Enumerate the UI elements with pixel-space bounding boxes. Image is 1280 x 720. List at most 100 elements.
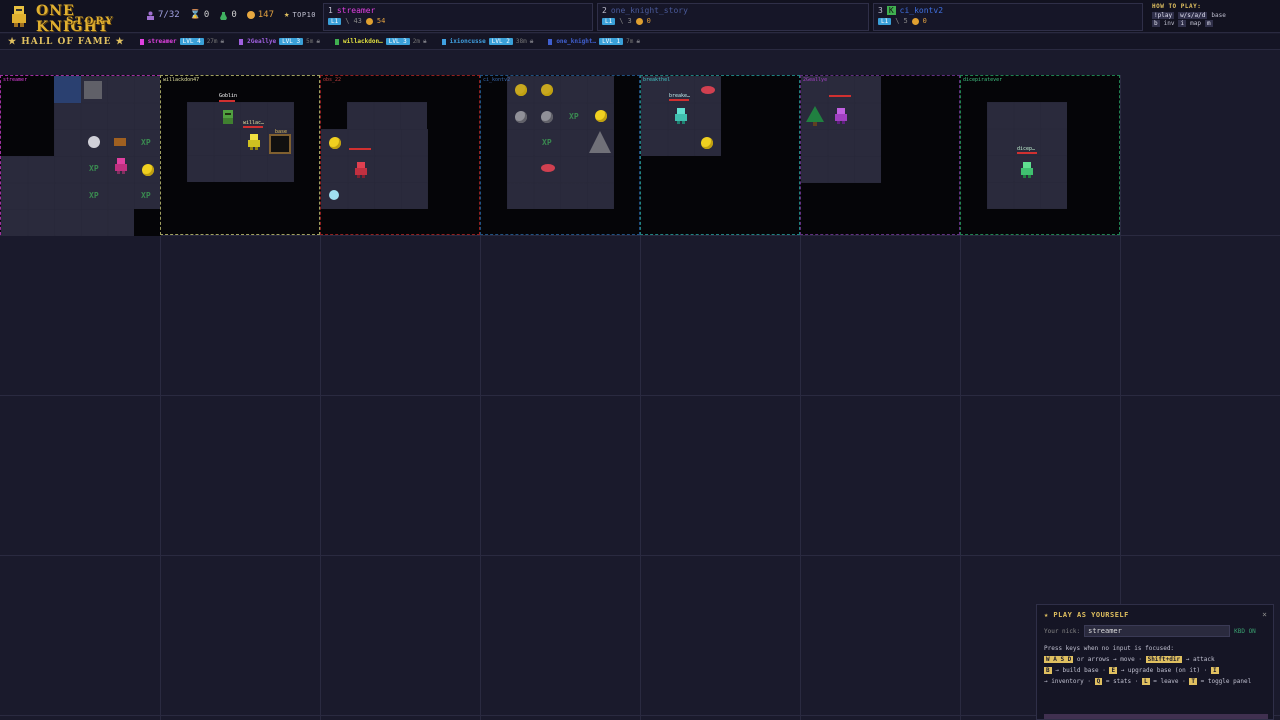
rock-icon — [589, 131, 611, 153]
room-dicepirate[interactable]: dicepiratever dicep… — [960, 75, 1120, 235]
room-floor — [347, 102, 427, 129]
skull-icon: ☠ — [220, 38, 225, 45]
ice-orb[interactable] — [329, 190, 339, 200]
how-to-play-title: HOW TO PLAY: — [1152, 3, 1202, 10]
room-willackdon[interactable]: willackdon47 Goblin willac… base — [160, 75, 320, 235]
room-label: dicepiratever — [963, 77, 1003, 83]
key-play: !play — [1152, 12, 1175, 19]
label-base: base — [1211, 12, 1226, 19]
stats-bar: 7/32 ⌛ 0 0 147 ★ TOP10 — [146, 10, 316, 20]
rank: 1 — [328, 6, 333, 15]
gold-coin[interactable] — [142, 164, 154, 176]
kills-value: 0 — [231, 10, 237, 20]
coin-icon — [911, 17, 919, 25]
player-knight-2geallye[interactable] — [834, 108, 848, 124]
timer-stat: ⌛ 0 — [190, 10, 210, 20]
silver-coin[interactable] — [541, 111, 553, 123]
gold-coin[interactable] — [701, 137, 713, 149]
rank: 2 — [602, 6, 607, 15]
close-button[interactable]: × — [1262, 610, 1267, 619]
room-label: 2Geallye — [803, 77, 828, 83]
star-icon: ★ — [284, 10, 290, 20]
room-ci-kontv2[interactable]: ci_kontv2 XP XP — [480, 75, 640, 235]
play-as-yourself-panel: ★ PLAY AS YOURSELF × Your nick: KBD ON P… — [1036, 604, 1274, 720]
game-logo: ONE KNIGHT STORY — [8, 3, 138, 35]
wall-block — [134, 209, 161, 236]
knight-icon — [441, 38, 446, 45]
leaderboard-entry-3[interactable]: 3 K ci_kontv2 L1 \ 5 0 — [873, 3, 1143, 31]
room-label: streamer — [3, 77, 28, 83]
player-knight-willackdon[interactable] — [247, 134, 261, 150]
gold-coin[interactable] — [595, 110, 607, 122]
hall-of-fame-title: ★ HALL OF FAME ★ — [8, 36, 125, 47]
skull-icon: ☠ — [316, 38, 320, 45]
stone-block — [84, 81, 102, 99]
kill-count: 3 — [627, 17, 632, 25]
room-floor — [987, 102, 1067, 209]
leaderboard-entry-2[interactable]: 2 one_knight_story L1 \ 3 0 — [597, 3, 869, 31]
kbd-status[interactable]: KBD ON — [1234, 628, 1256, 635]
player-hp-bar — [243, 126, 263, 128]
knight-icon — [548, 38, 553, 45]
base-structure[interactable] — [269, 134, 291, 154]
tree-icon — [806, 106, 824, 126]
level-badge: L1 — [878, 17, 892, 25]
hof-entry[interactable]: streamer LVL 4 27m ☠ — [139, 38, 224, 45]
play-button[interactable] — [1044, 714, 1268, 719]
gold-coin[interactable] — [329, 137, 341, 149]
sword-icon: \ — [895, 17, 900, 25]
room-label: willackdon47 — [163, 77, 200, 83]
level-badge: L1 — [328, 17, 342, 25]
xp-orb[interactable]: XP — [141, 191, 151, 200]
xp-orb[interactable]: XP — [89, 164, 99, 173]
player-knight-red[interactable] — [354, 162, 368, 178]
hof-entry[interactable]: one_knight… LVL 1 7m ☠ — [547, 38, 640, 45]
prefix-badge: K — [886, 6, 896, 15]
top10-label[interactable]: ★ TOP10 — [284, 10, 316, 20]
coin-icon — [365, 17, 373, 25]
chest-icon[interactable] — [114, 138, 126, 146]
hof-entry[interactable]: ixioncusse LVL 2 38m ☠ — [441, 38, 533, 45]
hof-entry[interactable]: 2Geallye LVL 3 5m ☠ — [238, 38, 320, 45]
knight-icon — [139, 38, 144, 45]
room-2geallye[interactable]: 2Geallye — [800, 75, 960, 235]
room-label: ci_kontv2 — [483, 77, 511, 83]
player-name: ci_kontv2 — [899, 6, 944, 15]
coin-icon — [635, 17, 643, 25]
silver-coin[interactable] — [515, 111, 527, 123]
title-line-2: STORY — [66, 16, 115, 27]
knight-logo-icon — [12, 6, 26, 27]
player-name: one_knight_story — [610, 6, 688, 15]
xp-orb[interactable]: XP — [89, 191, 99, 200]
xp-orb[interactable]: XP — [141, 138, 151, 147]
xp-orb[interactable]: XP — [542, 138, 552, 147]
silver-orb[interactable] — [88, 136, 100, 148]
gold-count: 0 — [646, 17, 651, 25]
label-map: map — [1190, 20, 1201, 27]
players-stat: 7/32 — [146, 10, 180, 20]
hourglass-icon: ⌛ — [189, 10, 201, 20]
player-knight-breakthe[interactable] — [674, 108, 688, 124]
room-streamer[interactable]: streamer XP XP XP XP — [0, 75, 161, 236]
goblin-enemy[interactable] — [221, 108, 235, 124]
xp-orb[interactable]: XP — [569, 112, 579, 121]
meat-icon[interactable] — [541, 164, 555, 172]
kills-stat: 0 — [219, 10, 237, 20]
hof-entry[interactable]: willackdon… LVL 3 2m ☠ — [334, 38, 427, 45]
leaderboard-entry-1[interactable]: 1 streamer L1 \ 43 54 — [323, 3, 593, 31]
timer-value: 0 — [203, 10, 210, 20]
gold-coin[interactable] — [515, 84, 527, 96]
goblin-hp-bar — [219, 100, 235, 102]
grid-line — [0, 395, 1280, 396]
meat-icon[interactable] — [701, 86, 715, 94]
player-knight-streamer[interactable] — [114, 158, 128, 174]
controls-help: Press keys when no input is focused: W A… — [1044, 645, 1252, 685]
nick-label: Your nick: — [1044, 627, 1081, 635]
gold-coin[interactable] — [541, 84, 553, 96]
nick-input[interactable] — [1084, 625, 1231, 637]
how-to-play: HOW TO PLAY: !play w/s/a/d base b inv i … — [1152, 3, 1276, 27]
gold-stat: 147 — [246, 10, 274, 20]
room-obs[interactable]: obs_22 — [320, 75, 480, 235]
player-knight-dicepirate[interactable] — [1020, 162, 1034, 178]
room-breakthe[interactable]: breakthel breake… — [640, 75, 800, 235]
